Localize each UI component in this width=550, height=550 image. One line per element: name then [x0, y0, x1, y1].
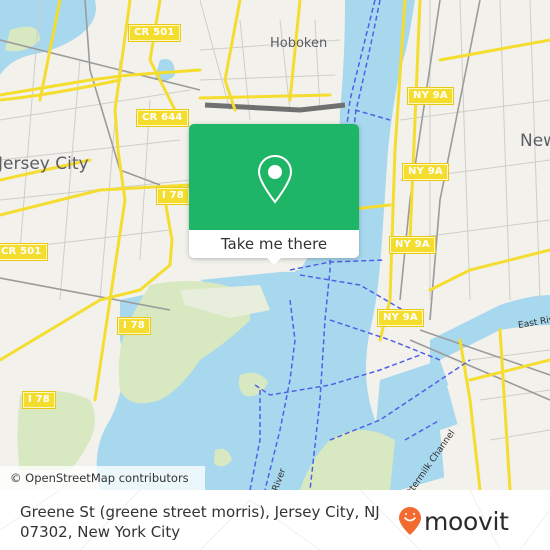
road-shield-ny9a: NY 9A — [378, 310, 423, 326]
road-shield-ny9a: NY 9A — [390, 237, 435, 253]
road-shield-i78: I 78 — [23, 392, 55, 408]
road-shield-ny9a: NY 9A — [408, 88, 453, 104]
footer: Greene St (greene street morris), Jersey… — [0, 490, 550, 550]
road-shield-cr501: CR 501 — [0, 244, 47, 260]
location-pin-icon — [257, 154, 293, 204]
map-attribution[interactable]: © OpenStreetMap contributors — [0, 466, 205, 490]
moovit-wordmark: moovit — [424, 506, 509, 536]
map-view[interactable]: Hoboken Jersey City New CR 501 CR 644 I … — [0, 0, 550, 490]
road-shield-cr501: CR 501 — [129, 25, 180, 41]
address-text: Greene St (greene street morris), Jersey… — [20, 503, 380, 541]
road-shield-ny9a: NY 9A — [403, 164, 448, 180]
place-label-new-york: New — [520, 131, 550, 151]
popup-header[interactable] — [189, 124, 359, 230]
moovit-pin-icon — [399, 507, 421, 535]
place-label-hoboken: Hoboken — [270, 36, 328, 51]
road-shield-cr644: CR 644 — [137, 110, 188, 126]
place-label-jersey-city: Jersey City — [0, 154, 89, 174]
road-shield-i78: I 78 — [118, 318, 150, 334]
take-me-there-button[interactable]: Take me there — [189, 230, 359, 258]
road-shield-i78: I 78 — [157, 188, 189, 204]
moovit-logo[interactable]: moovit — [398, 503, 509, 539]
popup-pointer — [266, 257, 282, 265]
location-popup[interactable]: Take me there — [189, 124, 359, 265]
